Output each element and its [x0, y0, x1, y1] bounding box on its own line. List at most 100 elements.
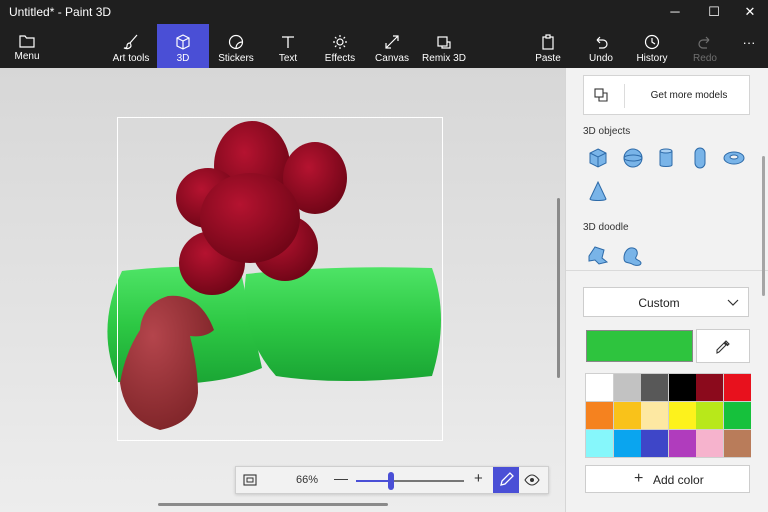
- effects-label: Effects: [324, 53, 356, 64]
- history-label: History: [636, 53, 668, 64]
- torus-icon[interactable]: [721, 145, 747, 171]
- fit-to-screen-icon[interactable]: [242, 472, 258, 488]
- view-mode-eye-icon[interactable]: [524, 473, 540, 487]
- sharp-edge-doodle-icon[interactable]: [585, 242, 611, 268]
- add-color-button[interactable]: + Add color: [585, 465, 750, 493]
- close-button[interactable]: ✕: [731, 0, 768, 24]
- separator: [624, 84, 625, 108]
- palette-swatch[interactable]: [586, 402, 613, 430]
- palette-swatch[interactable]: [668, 430, 696, 458]
- resize-canvas-icon: [385, 35, 399, 49]
- zoom-slider-track-rest[interactable]: [390, 480, 464, 482]
- redo-icon: [698, 36, 710, 49]
- material-selected: Custom: [638, 296, 680, 310]
- 3d-label: 3D: [176, 53, 190, 64]
- palette-swatch[interactable]: [641, 402, 669, 430]
- canvas-workspace[interactable]: 66% — +: [0, 68, 565, 512]
- palette-swatch[interactable]: [696, 402, 724, 430]
- horizontal-scrollbar[interactable]: [158, 503, 388, 506]
- zoom-slider-track[interactable]: [356, 480, 391, 482]
- get-more-models-label: Get more models: [650, 90, 728, 101]
- edit-mode-button[interactable]: [493, 467, 519, 493]
- palette-swatch[interactable]: [724, 402, 751, 430]
- clock-history-icon: [644, 34, 660, 50]
- zoom-in-button[interactable]: +: [474, 470, 483, 487]
- paste-label: Paste: [535, 53, 561, 64]
- maximize-button[interactable]: ☐: [695, 0, 733, 24]
- 3d-doodle-heading: 3D doodle: [583, 222, 629, 233]
- 3d-objects-panel: Get more models 3D objects 3D doodle Cus…: [565, 68, 768, 512]
- panel-divider: [566, 270, 768, 271]
- vertical-scrollbar[interactable]: [557, 198, 560, 378]
- window-title: Untitled* - Paint 3D: [9, 5, 112, 19]
- canvas-button[interactable]: Canvas: [370, 24, 414, 68]
- palette-swatch[interactable]: [586, 374, 613, 402]
- get-more-models-button[interactable]: Get more models: [583, 75, 750, 115]
- palette-swatch[interactable]: [641, 374, 669, 402]
- zoom-percent: 66%: [296, 474, 319, 486]
- palette-swatch[interactable]: [668, 374, 696, 402]
- palette-swatch[interactable]: [641, 430, 669, 458]
- chevron-down-icon: [727, 299, 739, 306]
- remix-label: Remix 3D: [422, 53, 466, 64]
- menu-button[interactable]: Menu: [4, 24, 50, 68]
- palette-swatch[interactable]: [586, 430, 613, 458]
- 3d-objects-heading: 3D objects: [583, 126, 631, 137]
- redo-button[interactable]: Redo: [688, 24, 722, 68]
- text-t-icon: [282, 36, 294, 48]
- brush-icon: [123, 34, 138, 50]
- material-dropdown[interactable]: Custom: [583, 287, 749, 317]
- cylinder-icon[interactable]: [653, 145, 679, 171]
- eyedropper-button[interactable]: [696, 329, 750, 363]
- add-color-label: Add color: [653, 473, 704, 487]
- sphere-icon[interactable]: [620, 145, 646, 171]
- minimize-button[interactable]: ─: [656, 0, 694, 24]
- menu-label: Menu: [14, 51, 40, 62]
- palette-swatch[interactable]: [613, 374, 641, 402]
- clipboard-icon: [542, 34, 554, 50]
- zoom-bar: 66% — +: [235, 466, 549, 494]
- more-options-button[interactable]: ···: [734, 24, 764, 68]
- palette-swatch[interactable]: [668, 402, 696, 430]
- undo-label: Undo: [589, 53, 613, 64]
- folder-icon: [19, 35, 35, 48]
- palette-swatch[interactable]: [696, 430, 724, 458]
- redo-label: Redo: [693, 53, 717, 64]
- remix-3d-button[interactable]: Remix 3D: [420, 24, 468, 68]
- cone-icon[interactable]: [585, 179, 611, 205]
- panel-scrollbar[interactable]: [762, 156, 765, 296]
- palette-swatch[interactable]: [613, 402, 641, 430]
- palette-swatch[interactable]: [613, 430, 641, 458]
- canvas-label: Canvas: [375, 53, 409, 64]
- 3d-shapes-tab[interactable]: 3D: [157, 24, 209, 68]
- color-palette: [585, 373, 751, 458]
- main-toolbar: Menu Art tools 3D Stickers Text Effects …: [0, 24, 768, 68]
- canvas-boundary: [117, 117, 443, 441]
- text-button[interactable]: Text: [267, 24, 309, 68]
- title-bar: Untitled* - Paint 3D ─ ☐ ✕: [0, 0, 768, 24]
- zoom-out-button[interactable]: —: [334, 470, 348, 486]
- palette-swatch[interactable]: [696, 374, 724, 402]
- pencil-icon: [500, 472, 514, 486]
- soft-edge-doodle-icon[interactable]: [619, 242, 645, 268]
- undo-icon: [596, 36, 608, 49]
- art-tools-button[interactable]: Art tools: [108, 24, 154, 68]
- paste-button[interactable]: Paste: [528, 24, 568, 68]
- cube-icon[interactable]: [585, 145, 611, 171]
- sticker-icon: [228, 34, 244, 50]
- remix-models-icon: [594, 88, 608, 102]
- stickers-button[interactable]: Stickers: [214, 24, 258, 68]
- history-button[interactable]: History: [632, 24, 672, 68]
- palette-swatch[interactable]: [724, 430, 751, 458]
- cube-outline-icon: [176, 34, 190, 50]
- effects-button[interactable]: Effects: [318, 24, 362, 68]
- text-label: Text: [278, 53, 298, 64]
- remix-icon: [437, 36, 451, 49]
- undo-button[interactable]: Undo: [583, 24, 619, 68]
- capsule-icon[interactable]: [687, 145, 713, 171]
- zoom-slider-thumb[interactable]: [387, 472, 394, 490]
- palette-swatch[interactable]: [724, 374, 751, 402]
- stickers-label: Stickers: [218, 53, 254, 64]
- current-color-swatch[interactable]: [586, 330, 693, 362]
- sun-effects-icon: [333, 35, 347, 49]
